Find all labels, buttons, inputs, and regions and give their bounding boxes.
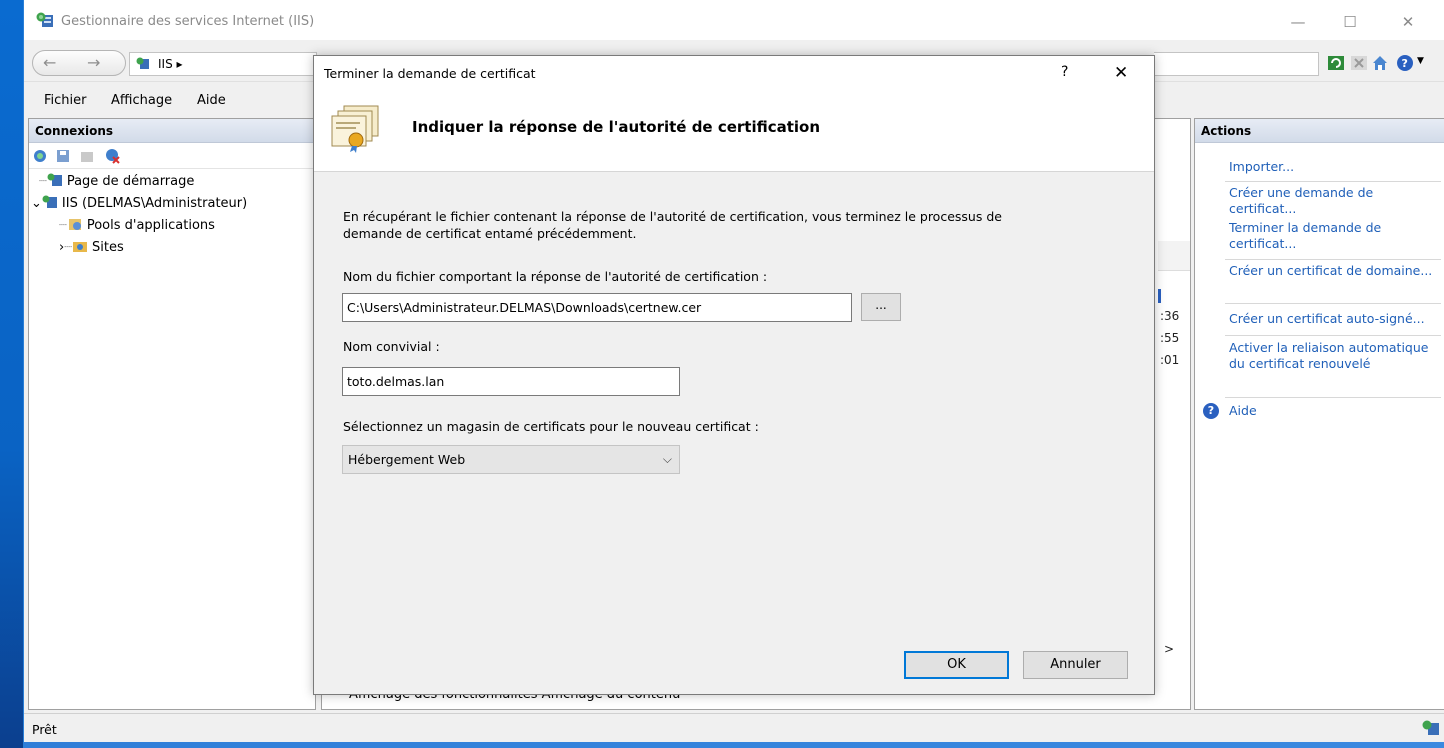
actions-panel: Actions Importer... Créer une demande de… <box>1194 118 1444 710</box>
forward-button[interactable]: → <box>87 53 100 72</box>
dialog-close-button[interactable]: ✕ <box>1114 63 1128 83</box>
breadcrumb[interactable]: IIS ▸ <box>129 52 317 76</box>
close-button[interactable]: ✕ <box>1388 8 1428 36</box>
svg-text:?: ? <box>1402 57 1408 70</box>
action-complete-request[interactable]: Terminer la demande de certificat... <box>1229 220 1441 252</box>
iis-server-icon <box>136 57 149 69</box>
scroll-right-arrow[interactable]: > <box>1164 642 1174 656</box>
iis-server-icon <box>47 173 62 186</box>
dialog-heading: Indiquer la réponse de l'autorité de cer… <box>412 118 821 136</box>
friendly-name-label: Nom convivial : <box>343 339 440 354</box>
window-title: Gestionnaire des services Internet (IIS) <box>61 14 315 29</box>
tree-item-start-page[interactable]: ┈ Page de démarrage <box>39 173 194 189</box>
actions-separator <box>1225 303 1441 304</box>
intro-text-line1: En récupérant le fichier contenant la ré… <box>343 209 1002 224</box>
status-text: Prêt <box>32 722 57 737</box>
address-field-end[interactable] <box>1154 52 1319 76</box>
browse-button[interactable]: ... <box>861 293 901 321</box>
help-dropdown-icon[interactable]: ▼ <box>1417 56 1424 66</box>
action-import[interactable]: Importer... <box>1229 159 1441 175</box>
home-icon[interactable] <box>1371 54 1389 72</box>
refresh-icon[interactable] <box>1327 54 1345 72</box>
menu-view[interactable]: Affichage <box>111 93 172 108</box>
desktop-background <box>0 0 23 748</box>
action-create-domain-cert[interactable]: Créer un certificat de domaine... <box>1229 263 1441 279</box>
help-icon: ? <box>1203 403 1219 419</box>
dialog-help-button[interactable]: ? <box>1061 64 1068 80</box>
cancel-button[interactable]: Annuler <box>1023 651 1128 679</box>
back-button[interactable]: ← <box>43 53 56 72</box>
stop-icon[interactable] <box>1350 54 1368 72</box>
tree-item-sites[interactable]: ›┈ Sites <box>59 239 124 255</box>
up-icon[interactable] <box>79 148 95 164</box>
taskbar-edge <box>24 742 1444 748</box>
list-scroll-marker <box>1158 289 1161 303</box>
certificate-icon <box>331 105 379 153</box>
connections-header: Connexions <box>29 119 315 143</box>
navigation-buttons: ← → <box>32 50 126 76</box>
disconnect-icon[interactable] <box>105 148 121 164</box>
action-enable-auto-rebind[interactable]: Activer la reliaison automatique du cert… <box>1229 340 1441 372</box>
status-iis-icon <box>1422 720 1439 735</box>
list-cell-fragment: :36 <box>1160 309 1180 323</box>
status-bar: Prêt <box>24 713 1444 742</box>
file-label: Nom du fichier comportant la réponse de … <box>343 269 768 284</box>
title-bar: Gestionnaire des services Internet (IIS)… <box>24 0 1444 40</box>
chevron-down-icon: ⌵ <box>662 452 672 466</box>
minimize-button[interactable]: — <box>1278 8 1318 36</box>
action-create-self-signed[interactable]: Créer un certificat auto-signé... <box>1229 311 1441 327</box>
friendly-name-input[interactable]: toto.delmas.lan <box>342 367 680 396</box>
connections-panel: Connexions ┈ Page de démarrage ⌄ IIS (DELM… <box>28 118 316 710</box>
menu-help[interactable]: Aide <box>197 93 226 108</box>
certificate-store-select[interactable]: Hébergement Web ⌵ <box>342 445 680 474</box>
complete-certificate-request-dialog: Terminer la demande de certificat ? ✕ In… <box>313 55 1155 695</box>
store-label: Sélectionnez un magasin de certificats p… <box>343 419 759 434</box>
actions-separator <box>1225 181 1441 182</box>
iis-server-icon <box>42 195 57 208</box>
tree-item-iis-server[interactable]: ⌄ IIS (DELMAS\Administrateur) <box>31 195 247 211</box>
actions-separator <box>1225 335 1441 336</box>
app-pool-icon <box>68 219 81 230</box>
menu-file[interactable]: Fichier <box>44 93 87 108</box>
breadcrumb-iis[interactable]: IIS ▸ <box>158 57 183 71</box>
tree-label: Pools d'applications <box>86 218 215 233</box>
save-icon[interactable] <box>55 148 71 164</box>
tree-label: IIS (DELMAS\Administrateur) <box>61 196 248 211</box>
action-help[interactable]: Aide <box>1229 403 1441 419</box>
tree-label: Sites <box>92 240 124 255</box>
help-icon[interactable]: ? <box>1396 54 1414 72</box>
collapse-chevron-icon[interactable]: ⌄ <box>31 196 42 211</box>
store-selected-value: Hébergement Web <box>348 452 466 467</box>
file-path-input[interactable]: C:\Users\Administrateur.DELMAS\Downloads… <box>342 293 852 322</box>
connections-toolbar <box>29 143 315 169</box>
sites-folder-icon <box>73 242 88 252</box>
actions-separator <box>1225 259 1441 260</box>
tree-label: Page de démarrage <box>66 174 195 189</box>
maximize-button[interactable]: ☐ <box>1330 8 1370 36</box>
tree-item-app-pools[interactable]: ┈ Pools d'applications <box>59 217 215 233</box>
list-cell-fragment: :55 <box>1160 331 1180 345</box>
dialog-header: Indiquer la réponse de l'autorité de cer… <box>314 90 1154 172</box>
iis-app-icon <box>36 12 53 27</box>
dialog-body: En récupérant le fichier contenant la ré… <box>314 173 1154 696</box>
action-create-request[interactable]: Créer une demande de certificat... <box>1229 185 1441 217</box>
ok-button[interactable]: OK <box>904 651 1009 679</box>
intro-text-line2: demande de certificat entamé précédemmen… <box>343 226 637 241</box>
dialog-title: Terminer la demande de certificat <box>324 66 536 81</box>
list-header-fragment <box>1158 241 1190 271</box>
dialog-title-bar: Terminer la demande de certificat ? ✕ <box>314 56 1154 90</box>
connect-globe-icon[interactable] <box>33 148 49 164</box>
actions-header: Actions <box>1195 119 1444 143</box>
list-cell-fragment: :01 <box>1160 353 1180 367</box>
actions-separator <box>1225 397 1441 398</box>
